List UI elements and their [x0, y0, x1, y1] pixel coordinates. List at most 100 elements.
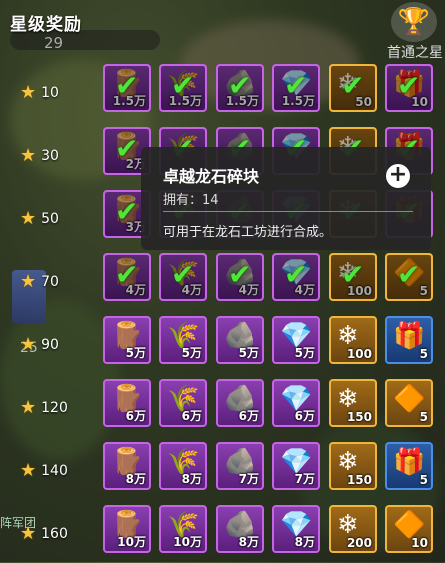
star-count: 90 — [41, 336, 59, 353]
reward-item-wheat[interactable]: 🌾 8万 — [159, 442, 207, 490]
reward-item-stone[interactable]: 🪨 4万 ✔ — [216, 253, 264, 301]
reward-item-wood[interactable]: 🪵 6万 — [103, 379, 151, 427]
item-amount: 7万 — [294, 472, 315, 486]
reward-item-wood[interactable]: 🪵 1.5万 ✔ — [103, 64, 151, 112]
reward-item-stone[interactable]: 🪨 6万 — [216, 379, 264, 427]
reward-item-wheat[interactable]: 🌾 1.5万 ✔ — [159, 64, 207, 112]
item-amount: 10 — [411, 536, 428, 550]
reward-item-wood[interactable]: 🪵 10万 — [103, 505, 151, 553]
plus-icon[interactable]: + — [385, 163, 411, 189]
check-icon: ✔ — [228, 258, 252, 291]
item-amount: 8万 — [294, 535, 315, 549]
reward-item-wheat[interactable]: 🌾 10万 — [159, 505, 207, 553]
star-threshold: ★ 70 — [20, 271, 59, 292]
reward-item-ice[interactable]: ❄ 100 — [329, 316, 377, 364]
item-amount: 5 — [419, 347, 428, 361]
check-icon: ✔ — [397, 258, 421, 291]
check-icon: ✔ — [341, 69, 365, 102]
item-amount: 100 — [346, 347, 372, 361]
reward-item-chest[interactable]: 🎁 10 ✔ — [385, 64, 433, 112]
star-threshold: ★ 30 — [20, 145, 59, 166]
star-count: 120 — [41, 399, 68, 416]
reward-item-wood[interactable]: 🪵 8万 — [103, 442, 151, 490]
star-icon: ★ — [20, 523, 37, 544]
item-amount: 6万 — [125, 409, 146, 423]
check-icon: ✔ — [397, 69, 421, 102]
star-icon: ★ — [20, 145, 37, 166]
tooltip-title: 卓越龙石碎块 — [163, 167, 260, 186]
item-amount: 8万 — [181, 472, 202, 486]
item-amount: 6万 — [294, 409, 315, 423]
reward-item-crystal[interactable]: 💎 5万 — [272, 316, 320, 364]
reward-item-wood[interactable]: 🪵 5万 — [103, 316, 151, 364]
reward-item-wheat[interactable]: 🌾 4万 ✔ — [159, 253, 207, 301]
item-amount: 6万 — [181, 409, 202, 423]
check-icon: ✔ — [171, 69, 195, 102]
star-threshold: ★ 140 — [20, 460, 68, 481]
reward-item-amber[interactable]: 🔶 5 — [385, 379, 433, 427]
reward-item-stone[interactable]: 🪨 7万 — [216, 442, 264, 490]
item-amount: 5 — [419, 473, 428, 487]
item-amount: 150 — [346, 410, 372, 424]
item-amount: 8万 — [125, 472, 146, 486]
star-threshold: ★ 50 — [20, 208, 59, 229]
check-icon: ✔ — [171, 258, 195, 291]
reward-item-ice[interactable]: ❄ 200 — [329, 505, 377, 553]
reward-item-stone[interactable]: 🪨 1.5万 ✔ — [216, 64, 264, 112]
reward-item-crystal[interactable]: 💎 6万 — [272, 379, 320, 427]
star-count: 30 — [41, 147, 59, 164]
check-icon: ✔ — [115, 132, 139, 165]
star-icon: ★ — [20, 208, 37, 229]
item-amount: 5万 — [181, 346, 202, 360]
reward-item-crystal[interactable]: 💎 7万 — [272, 442, 320, 490]
star-count: 10 — [41, 84, 59, 101]
item-tooltip: 卓越龙石碎块 拥有：14 可用于在龙石工坊进行合成。 + — [141, 147, 431, 250]
reward-item-crystal[interactable]: 💎 1.5万 ✔ — [272, 64, 320, 112]
star-count: 140 — [41, 462, 68, 479]
item-amount: 8万 — [238, 535, 259, 549]
trophy-icon[interactable]: 🏆 — [391, 2, 437, 42]
reward-item-amber[interactable]: 🔶 5 ✔ — [385, 253, 433, 301]
item-amount: 5万 — [238, 346, 259, 360]
reward-item-amber[interactable]: 🔶 10 — [385, 505, 433, 553]
check-icon: ✔ — [115, 69, 139, 102]
reward-item-wheat[interactable]: 🌾 6万 — [159, 379, 207, 427]
tooltip-description: 可用于在龙石工坊进行合成。 — [163, 225, 333, 240]
reward-item-stone[interactable]: 🪨 5万 — [216, 316, 264, 364]
check-icon: ✔ — [115, 258, 139, 291]
reward-item-ice[interactable]: ❄ 150 — [329, 442, 377, 490]
star-icon: ★ — [20, 334, 37, 355]
star-icon: ★ — [20, 82, 37, 103]
reward-item-ice[interactable]: ❄ 100 ✔ — [329, 253, 377, 301]
check-icon: ✔ — [228, 69, 252, 102]
first-clear-stars-label[interactable]: 首通之星 — [387, 42, 443, 62]
reward-item-ice[interactable]: ❄ 50 ✔ — [329, 64, 377, 112]
reward-item-chest[interactable]: 🎁 5 — [385, 442, 433, 490]
reward-item-stone[interactable]: 🪨 8万 — [216, 505, 264, 553]
panel-title: 星级奖励 — [10, 15, 82, 35]
tooltip-divider — [163, 211, 413, 212]
reward-item-ice[interactable]: ❄ 150 — [329, 379, 377, 427]
check-icon: ✔ — [284, 258, 308, 291]
star-threshold: ★ 160 — [20, 523, 68, 544]
item-amount: 10万 — [117, 535, 146, 549]
item-amount: 5 — [419, 410, 428, 424]
item-amount: 200 — [346, 536, 372, 550]
progress-number: 29 — [44, 34, 64, 52]
check-icon: ✔ — [284, 69, 308, 102]
item-amount: 5万 — [294, 346, 315, 360]
reward-row: ★ 90 🪵 5万 🌾 5万 🪨 5万 💎 5万 ❄ 100 🎁 5 — [0, 316, 445, 374]
star-threshold: ★ 10 — [20, 82, 59, 103]
item-amount: 6万 — [238, 409, 259, 423]
star-count: 160 — [41, 525, 68, 542]
reward-item-crystal[interactable]: 💎 8万 — [272, 505, 320, 553]
check-icon: ✔ — [115, 195, 139, 228]
reward-item-wheat[interactable]: 🌾 5万 — [159, 316, 207, 364]
reward-item-wood[interactable]: 🪵 4万 ✔ — [103, 253, 151, 301]
item-amount: 10万 — [173, 535, 202, 549]
reward-item-chest[interactable]: 🎁 5 — [385, 316, 433, 364]
star-count: 50 — [41, 210, 59, 227]
reward-item-crystal[interactable]: 💎 4万 ✔ — [272, 253, 320, 301]
check-icon: ✔ — [341, 258, 365, 291]
reward-row: ★ 10 🪵 1.5万 ✔ 🌾 1.5万 ✔ 🪨 1.5万 ✔ 💎 1.5万 ✔ ❄ 50 ✔ 🎁 10 ✔ — [0, 64, 445, 122]
